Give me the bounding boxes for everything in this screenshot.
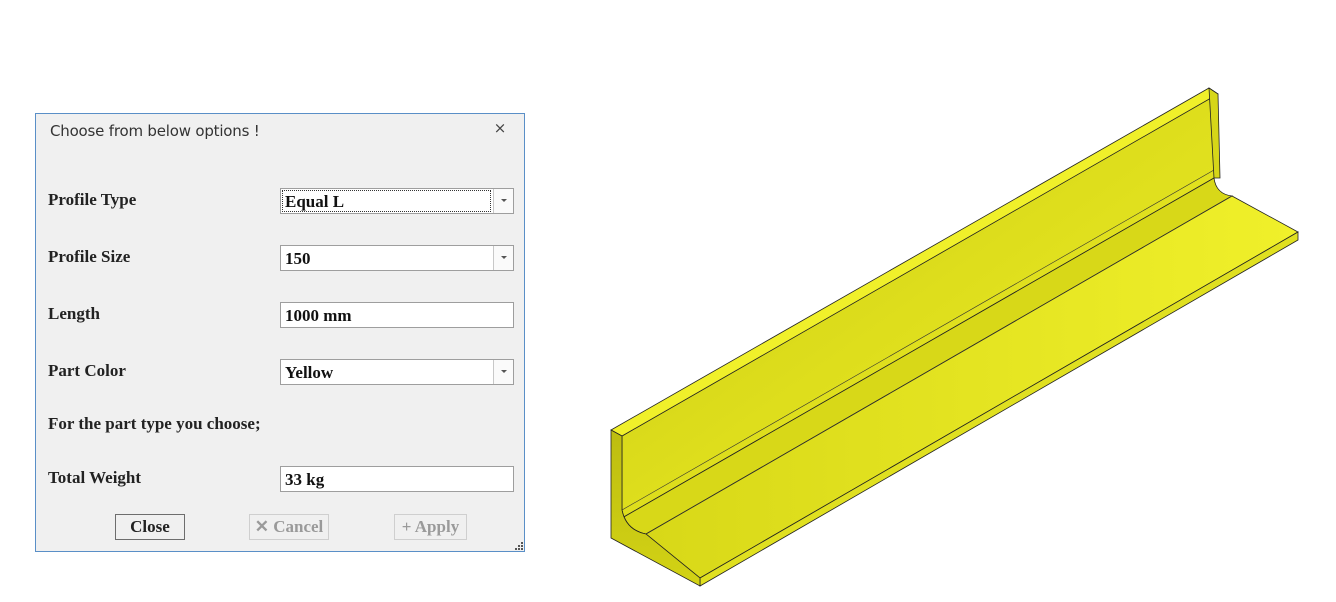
total-weight-field: 33 kg — [280, 466, 514, 492]
length-label: Length — [48, 304, 100, 323]
chevron-down-icon[interactable] — [493, 360, 513, 384]
dialog-title: Choose from below options ! — [50, 122, 260, 140]
close-icon[interactable]: × — [491, 119, 509, 137]
total-weight-value: 33 kg — [285, 470, 325, 489]
total-weight-label: Total Weight — [48, 468, 142, 487]
part-color-value: Yellow — [285, 363, 334, 382]
profile-size-value: 150 — [285, 249, 311, 268]
length-input[interactable]: 1000 mm — [280, 302, 514, 328]
profile-size-select[interactable]: 150 — [280, 245, 514, 271]
profile-type-value: Equal L — [285, 192, 345, 211]
profile-type-select[interactable]: Equal L — [280, 188, 514, 214]
chevron-down-icon[interactable] — [493, 189, 513, 213]
part-color-label: Part Color — [48, 361, 126, 380]
options-dialog: Choose from below options ! × Profile Ty… — [35, 113, 525, 552]
length-value: 1000 mm — [285, 306, 352, 325]
apply-button[interactable]: + Apply — [394, 514, 467, 540]
part-color-select[interactable]: Yellow — [280, 359, 514, 385]
profile-size-label: Profile Size — [48, 247, 131, 266]
resize-grip-icon[interactable] — [515, 542, 523, 550]
profile-type-label: Profile Type — [48, 190, 137, 209]
l-profile-3d-model — [610, 87, 1299, 587]
close-button[interactable]: Close — [115, 514, 185, 540]
chevron-down-icon[interactable] — [493, 246, 513, 270]
info-text: For the part type you choose; — [48, 414, 261, 433]
cancel-button[interactable]: ✕ Cancel — [249, 514, 329, 540]
